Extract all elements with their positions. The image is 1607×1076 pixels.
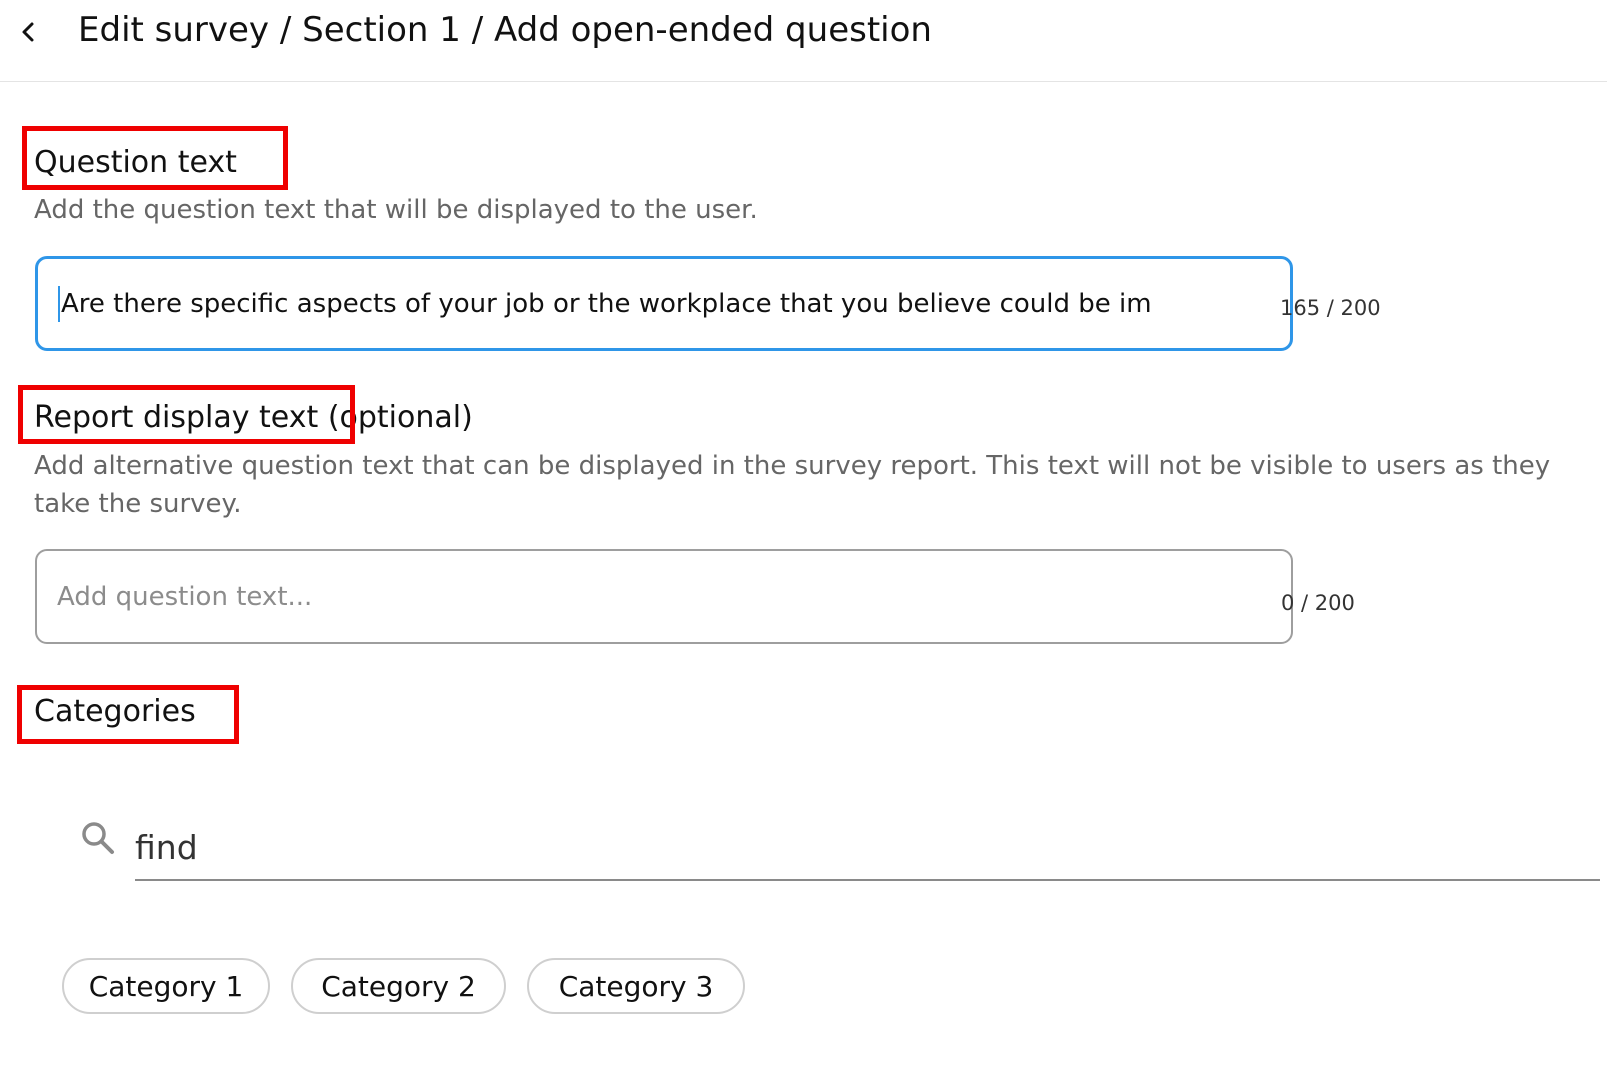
question-text-counter: 165 / 200: [1280, 296, 1381, 320]
page-header: Edit survey / Section 1 / Add open-ended…: [0, 0, 1607, 82]
category-chip-1[interactable]: Category 1: [62, 958, 270, 1014]
report-display-text-label-main: Report display text: [34, 400, 319, 435]
report-display-text-field[interactable]: Add question text...: [35, 549, 1293, 644]
report-display-text-label-optional: (optional): [327, 400, 473, 435]
question-text-field[interactable]: Are there specific aspects of your job o…: [35, 256, 1293, 351]
search-icon: [82, 822, 114, 854]
text-caret: [58, 285, 60, 322]
question-text-value: Are there specific aspects of your job o…: [61, 288, 1152, 319]
report-display-text-hint: Add alternative question text that can b…: [34, 451, 1551, 519]
report-display-text-placeholder: Add question text...: [57, 581, 313, 612]
question-text-label: Question text: [34, 145, 237, 180]
question-text-hint: Add the question text that will be displ…: [34, 195, 758, 225]
report-display-text-counter: 0 / 200: [1281, 591, 1355, 615]
category-chip-2[interactable]: Category 2: [291, 958, 506, 1014]
category-chip-3[interactable]: Category 3: [527, 958, 745, 1014]
categories-search-input[interactable]: [135, 815, 1600, 881]
chevron-left-icon: [22, 22, 34, 42]
breadcrumb: Edit survey / Section 1 / Add open-ended…: [78, 10, 932, 50]
back-button[interactable]: [10, 14, 46, 50]
report-display-text-label: Report display text (optional): [34, 398, 473, 438]
categories-label: Categories: [34, 694, 196, 729]
